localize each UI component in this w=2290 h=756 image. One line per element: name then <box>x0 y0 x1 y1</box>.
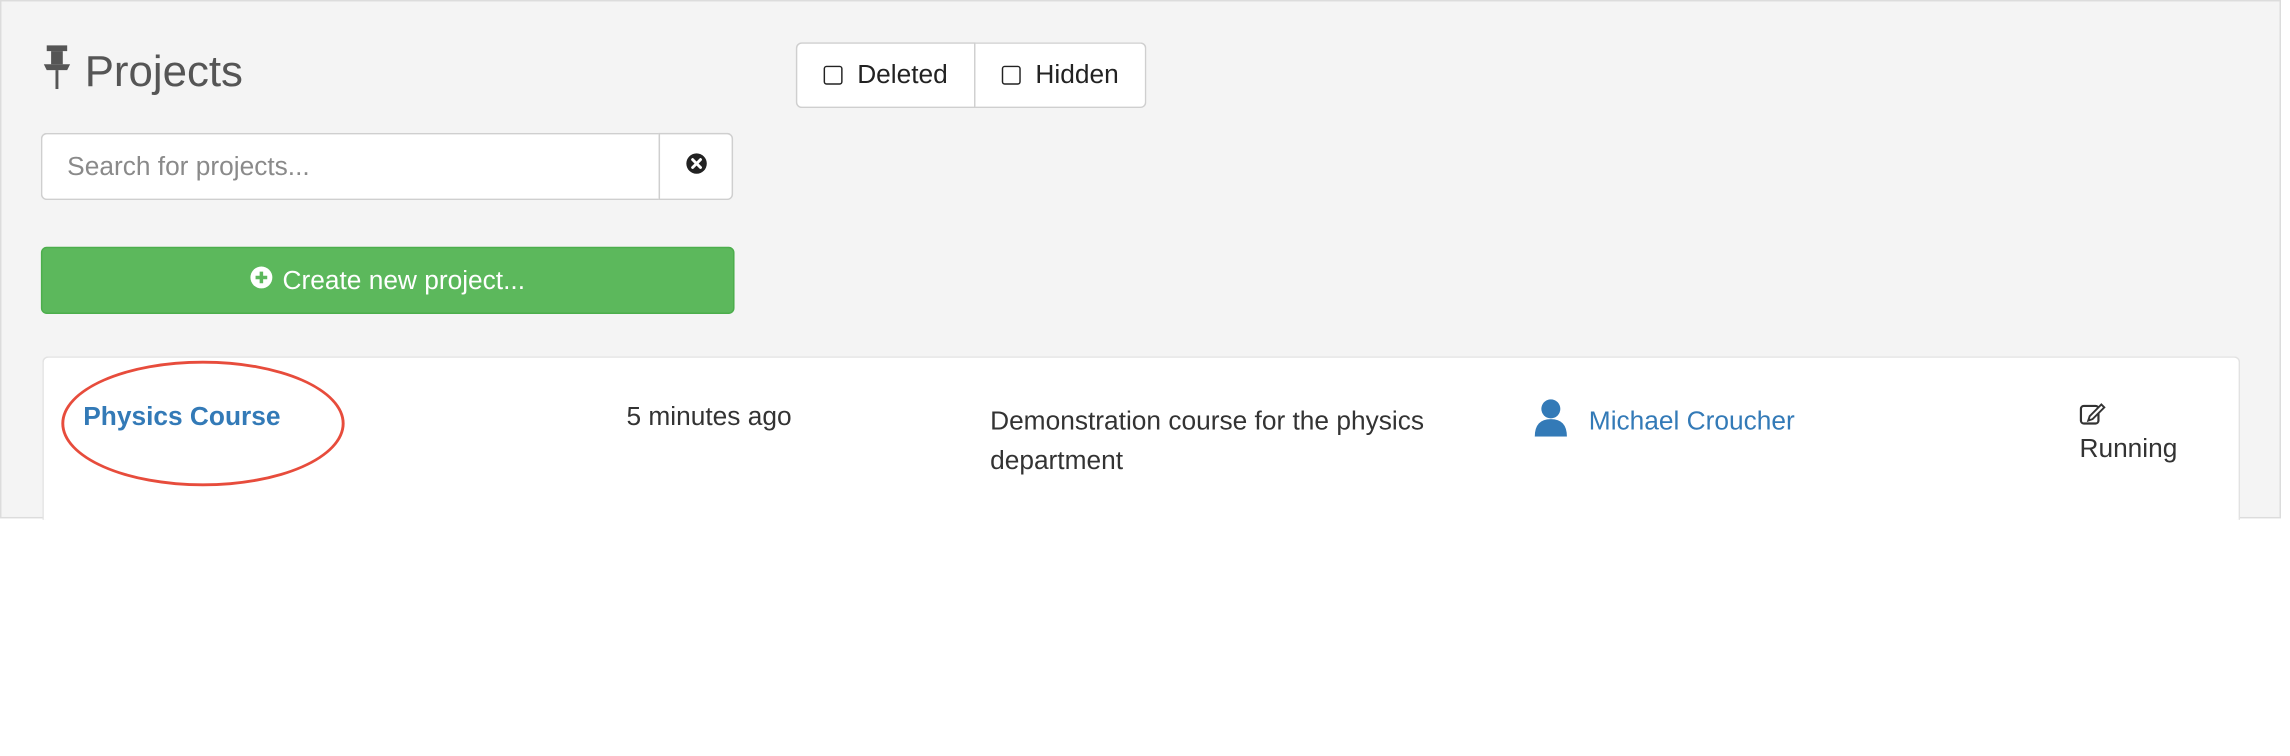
plus-circle-icon <box>250 265 274 296</box>
search-group <box>40 132 734 201</box>
projects-panel: Projects Deleted Hidden Search for proje… <box>0 0 2281 520</box>
user-icon <box>1533 399 1568 444</box>
search-input[interactable] <box>40 132 659 201</box>
project-user: Michael Croucher <box>1533 399 1795 444</box>
project-name-link[interactable]: Physics Course <box>83 402 280 433</box>
project-state: Running <box>2079 402 2177 465</box>
create-project-label: Create new project... <box>282 265 526 295</box>
deleted-filter-label: Deleted <box>857 59 948 90</box>
close-circle-icon <box>684 151 707 182</box>
checkbox-icon <box>1001 65 1021 85</box>
project-state-label: Running <box>2079 433 2178 463</box>
checkbox-icon <box>823 65 843 85</box>
hidden-filter-label: Hidden <box>1035 59 1119 90</box>
page-title-text: Projects <box>84 48 243 97</box>
page-title: Projects <box>41 45 243 100</box>
hidden-filter-button[interactable]: Hidden <box>975 42 1147 109</box>
clear-search-button[interactable] <box>658 132 734 201</box>
create-project-button[interactable]: Create new project... <box>40 246 735 314</box>
project-modified: 5 minutes ago <box>626 401 792 431</box>
pushpin-icon <box>41 45 73 100</box>
project-row[interactable]: Physics Course 5 minutes ago Demonstrati… <box>42 356 2241 520</box>
user-name-link[interactable]: Michael Croucher <box>1589 406 1795 437</box>
filter-group: Deleted Hidden <box>795 42 1147 109</box>
project-description: Demonstration course for the physics dep… <box>990 405 1424 475</box>
viewport: Projects Deleted Hidden Search for proje… <box>0 0 2290 756</box>
deleted-filter-button[interactable]: Deleted <box>795 42 976 109</box>
edit-icon <box>2079 402 2177 425</box>
